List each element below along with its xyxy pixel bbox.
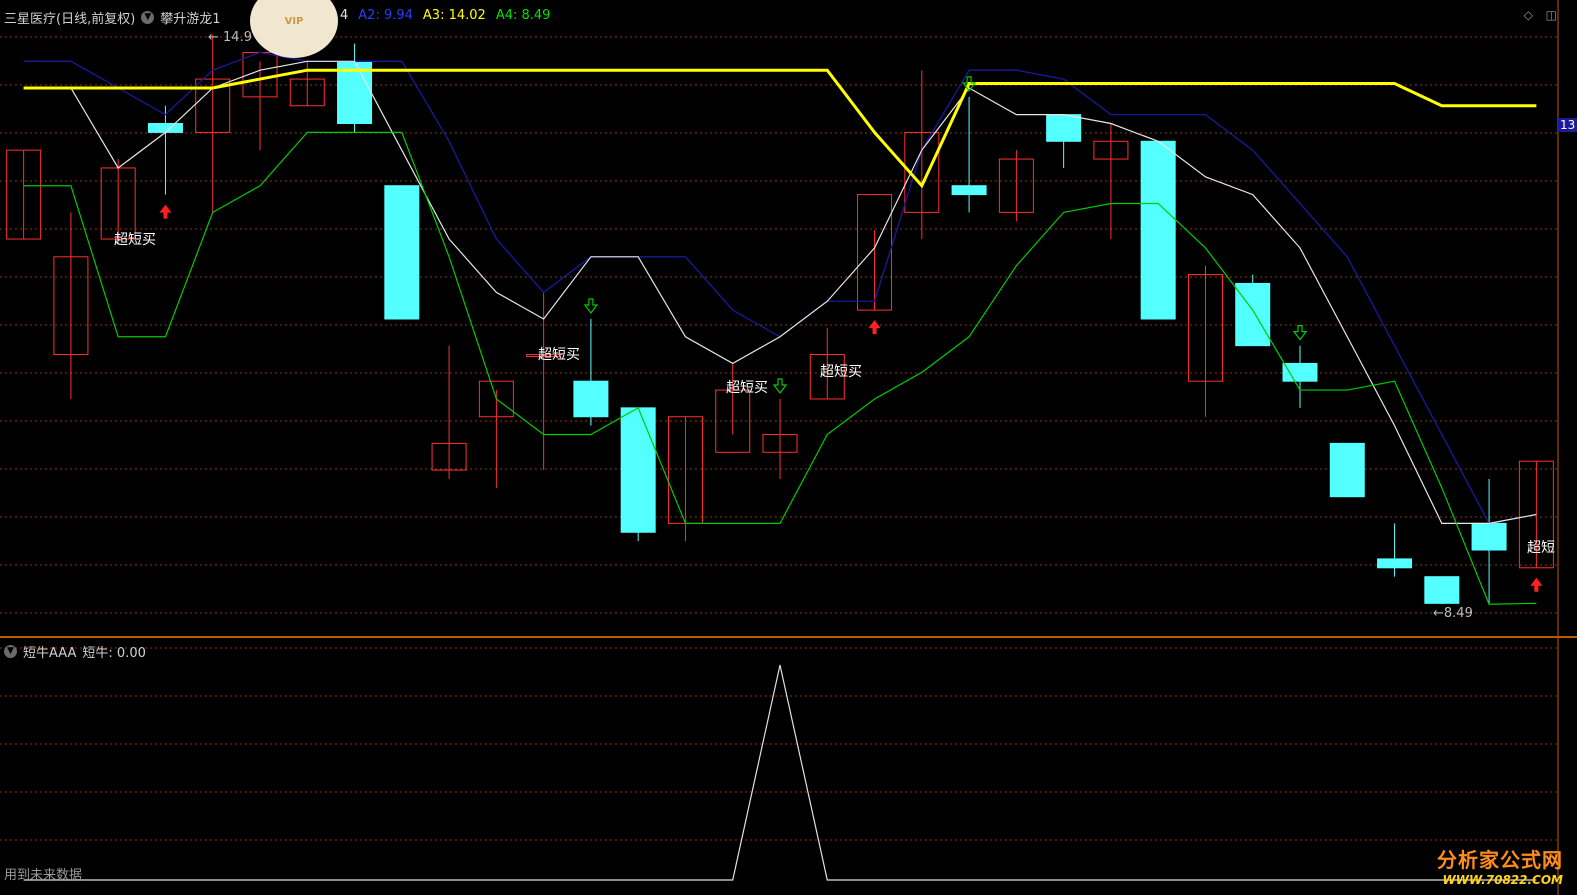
signal-label: 超短买 [726,380,768,396]
sell-arrow-icon [1292,325,1308,341]
sub-indicator-line [23,664,1537,881]
candle-body [620,407,656,533]
candle-body [951,185,987,196]
sub-indicator-pane[interactable]: ▼ 短牛AAA 短牛: 0.00 用到未来数据 分析家公式网 WWW.70822… [0,640,1577,895]
indicator-values: 4 A2: 9.94 A3: 14.02 A4: 8.49 [340,8,550,23]
a2-value: A2: 9.94 [358,8,413,23]
future-data-note: 用到未来数据 [4,868,83,883]
buy-arrow-icon [159,204,172,219]
sub-indicator-name: 短牛AAA [23,646,77,661]
candle-body [147,123,183,133]
yellow-line [23,68,1537,189]
indicator-name: 攀升游龙1 [160,12,221,27]
candle-body [1282,362,1318,382]
chart-header: 三星医疗(日线,前复权) ▼ 攀升游龙1 [4,8,221,27]
panel-toggle-icon[interactable]: ◫ [1546,8,1557,22]
buy-arrow-icon [1530,577,1543,592]
candlestick-chart[interactable] [0,0,1577,640]
candle-body [1235,282,1271,347]
signal-label: 超短买 [820,364,862,380]
watermark: 分析家公式网 WWW.70822.COM [1437,844,1563,887]
a1-partial-value: 4 [340,8,349,23]
candle-body [1140,140,1176,320]
candle-body [384,185,420,320]
diamond-icon[interactable]: ◇ [1524,8,1533,22]
right-axis-price-tag: 13 [1558,118,1577,132]
watermark-url: WWW.70822.COM [1442,873,1563,887]
sub-indicator-chart[interactable] [0,640,1577,895]
sell-arrow-icon [772,378,788,394]
a4-value: A4: 8.49 [495,8,551,23]
high-price-marker: ← 14.9 [208,30,252,45]
indicator-dropdown-icon[interactable]: ▼ [141,11,155,24]
stock-title: 三星医疗(日线,前复权) [4,12,136,27]
sub-dropdown-icon[interactable]: ▼ [4,645,17,658]
candle-body [1046,114,1082,142]
sub-header: ▼ 短牛AAA 短牛: 0.00 [4,642,146,661]
candle-body [573,380,609,418]
candle-body [1329,442,1365,498]
candle-body [1471,522,1507,551]
signal-label: 超短买 [538,347,580,363]
candle-body [1424,576,1460,604]
a3-value: A3: 14.02 [422,8,486,23]
sub-indicator-value: 短牛: 0.00 [82,646,146,661]
sell-arrow-icon [583,298,599,314]
candle-body [1377,558,1413,569]
low-price-marker: ←8.49 [1433,606,1473,621]
main-chart-pane[interactable]: 三星医疗(日线,前复权) ▼ 攀升游龙1 VIP 4 A2: 9.94 A3: … [0,0,1577,640]
signal-label-cut: 超短 [1527,540,1555,556]
buy-arrow-icon [868,320,881,335]
watermark-title: 分析家公式网 [1437,848,1563,872]
signal-label: 超短买 [114,232,156,248]
